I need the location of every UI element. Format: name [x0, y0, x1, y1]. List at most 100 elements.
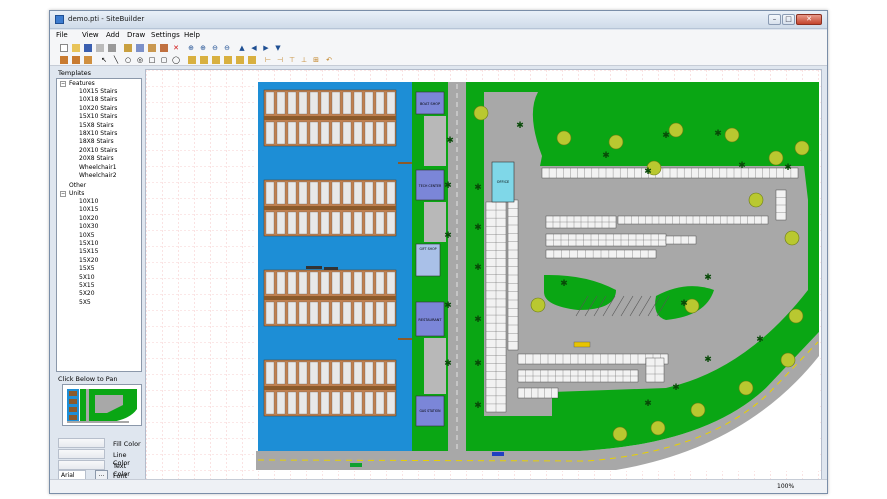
oval-tool-icon[interactable]: ◯	[172, 56, 180, 64]
template-item[interactable]: Wheelchair2	[79, 172, 117, 179]
palm-tree: ✱	[444, 359, 452, 369]
template-item[interactable]: 20X8 Stairs	[79, 155, 114, 162]
zoom-in-icon[interactable]: ⊕	[187, 44, 195, 52]
maximize-button[interactable]: □	[782, 14, 795, 25]
template-item[interactable]: 15X10 Stairs	[79, 113, 117, 120]
template-item[interactable]: 15X10	[79, 240, 98, 247]
boat-slip	[375, 301, 385, 325]
template-tree[interactable]: − Features 10X15 Stairs 10X18 Stairs 10X20…	[56, 78, 142, 372]
same-width-icon[interactable]: ⊤	[288, 56, 296, 64]
menu-draw[interactable]: Draw	[127, 31, 145, 39]
new-file-icon[interactable]	[60, 44, 68, 52]
arrange-icon[interactable]	[60, 56, 68, 64]
paste-icon[interactable]	[148, 44, 156, 52]
same-size-icon[interactable]: ⊞	[312, 56, 320, 64]
boat-slip	[353, 121, 363, 145]
template-item[interactable]: 18X8 Stairs	[79, 138, 114, 145]
align-bottom-icon[interactable]	[248, 56, 256, 64]
template-item[interactable]: Wheelchair1	[79, 164, 117, 171]
line-color-swatch[interactable]	[58, 449, 105, 459]
delete-icon[interactable]: ✕	[172, 44, 180, 52]
template-item[interactable]: 5X20	[79, 290, 95, 297]
units-expander[interactable]: −	[60, 191, 66, 197]
menu-help[interactable]: Help	[184, 31, 200, 39]
properties-icon[interactable]	[160, 44, 168, 52]
template-item[interactable]: 10X20	[79, 215, 98, 222]
template-item[interactable]: 10X15	[79, 206, 98, 213]
save-icon[interactable]	[84, 44, 92, 52]
align-right-icon[interactable]	[212, 56, 220, 64]
pointer-icon[interactable]: ↖	[100, 56, 108, 64]
same-height-icon[interactable]: ⊥	[300, 56, 308, 64]
boat-slip	[320, 121, 330, 145]
template-item[interactable]: 15X20	[79, 257, 98, 264]
drawing-canvas[interactable]: BOAT SHOP TECH CENTER GIFT SHOP RESTAURA…	[145, 69, 822, 484]
layer-icon[interactable]	[72, 56, 80, 64]
pan-left-icon[interactable]: ◀	[250, 44, 258, 52]
copy-icon[interactable]	[136, 44, 144, 52]
close-button[interactable]: ✕	[796, 14, 822, 25]
tree-other[interactable]: Other	[69, 182, 86, 189]
template-item[interactable]: 10X20 Stairs	[79, 105, 117, 112]
menu-add[interactable]: Add	[106, 31, 120, 39]
text-color-swatch[interactable]	[58, 460, 105, 470]
template-item[interactable]: 10X30	[79, 223, 98, 230]
minimize-button[interactable]: –	[768, 14, 781, 25]
cut-icon[interactable]	[124, 44, 132, 52]
rectangle-tool-icon[interactable]: □	[148, 56, 156, 64]
zoom-icon[interactable]: ⊕	[199, 44, 207, 52]
zoom-fit-icon[interactable]: ⊖	[223, 44, 231, 52]
boat-slip	[265, 271, 275, 295]
palm-tree: ✱	[474, 183, 482, 193]
align-middle-icon[interactable]	[236, 56, 244, 64]
zoom-out-icon[interactable]: ⊖	[211, 44, 219, 52]
pan-minimap[interactable]	[62, 384, 142, 426]
menu-view[interactable]: View	[82, 31, 99, 39]
print-preview-icon[interactable]	[96, 44, 104, 52]
circle-tool-icon[interactable]: ○	[124, 56, 132, 64]
template-item[interactable]: 10X15 Stairs	[79, 88, 117, 95]
fill-color-swatch[interactable]	[58, 438, 105, 448]
pan-up-icon[interactable]: ▲	[238, 44, 246, 52]
template-item[interactable]: 20X10 Stairs	[79, 147, 117, 154]
boat-slip	[287, 181, 297, 205]
menu-settings[interactable]: Settings	[151, 31, 180, 39]
open-folder-icon[interactable]	[72, 44, 80, 52]
space-horizontal-icon[interactable]: ⊢	[264, 56, 272, 64]
print-icon[interactable]	[108, 44, 116, 52]
site-plan[interactable]: BOAT SHOP TECH CENTER GIFT SHOP RESTAURA…	[146, 70, 822, 484]
group-icon[interactable]	[84, 56, 92, 64]
restaurant-label: RESTAURANT	[418, 318, 442, 322]
template-item[interactable]: 15X5	[79, 265, 95, 272]
align-center-icon[interactable]	[200, 56, 208, 64]
template-item[interactable]: 10X5	[79, 232, 95, 239]
tree	[738, 380, 754, 396]
align-top-icon[interactable]	[224, 56, 232, 64]
boat-slip	[298, 181, 308, 205]
template-item[interactable]: 18X10 Stairs	[79, 130, 117, 137]
pan-right-icon[interactable]: ▶	[262, 44, 270, 52]
template-item[interactable]: 15X8 Stairs	[79, 122, 114, 129]
menu-file[interactable]: File	[56, 31, 68, 39]
align-left-icon[interactable]	[188, 56, 196, 64]
rounded-rect-tool-icon[interactable]: ▢	[160, 56, 168, 64]
line-tool-icon[interactable]: ╲	[112, 56, 120, 64]
template-item[interactable]: 10X10	[79, 198, 98, 205]
car	[492, 452, 504, 456]
template-item[interactable]: 10X18 Stairs	[79, 96, 117, 103]
template-item[interactable]: 5X10	[79, 274, 95, 281]
shore-parking	[424, 202, 446, 242]
space-vertical-icon[interactable]: ⊣	[276, 56, 284, 64]
tree-units[interactable]: Units	[69, 190, 84, 197]
boat-slip	[375, 391, 385, 415]
rotate-icon[interactable]: ↶	[325, 56, 333, 64]
ellipse-tool-icon[interactable]: ◎	[136, 56, 144, 64]
boat-slip	[331, 181, 341, 205]
tree-features[interactable]: Features	[69, 80, 95, 87]
template-item[interactable]: 15X15	[79, 248, 98, 255]
template-item[interactable]: 5X15	[79, 282, 95, 289]
features-expander[interactable]: −	[60, 81, 66, 87]
template-item[interactable]: 5X5	[79, 299, 91, 306]
boat-slip	[375, 271, 385, 295]
pan-down-icon[interactable]: ▼	[274, 44, 282, 52]
